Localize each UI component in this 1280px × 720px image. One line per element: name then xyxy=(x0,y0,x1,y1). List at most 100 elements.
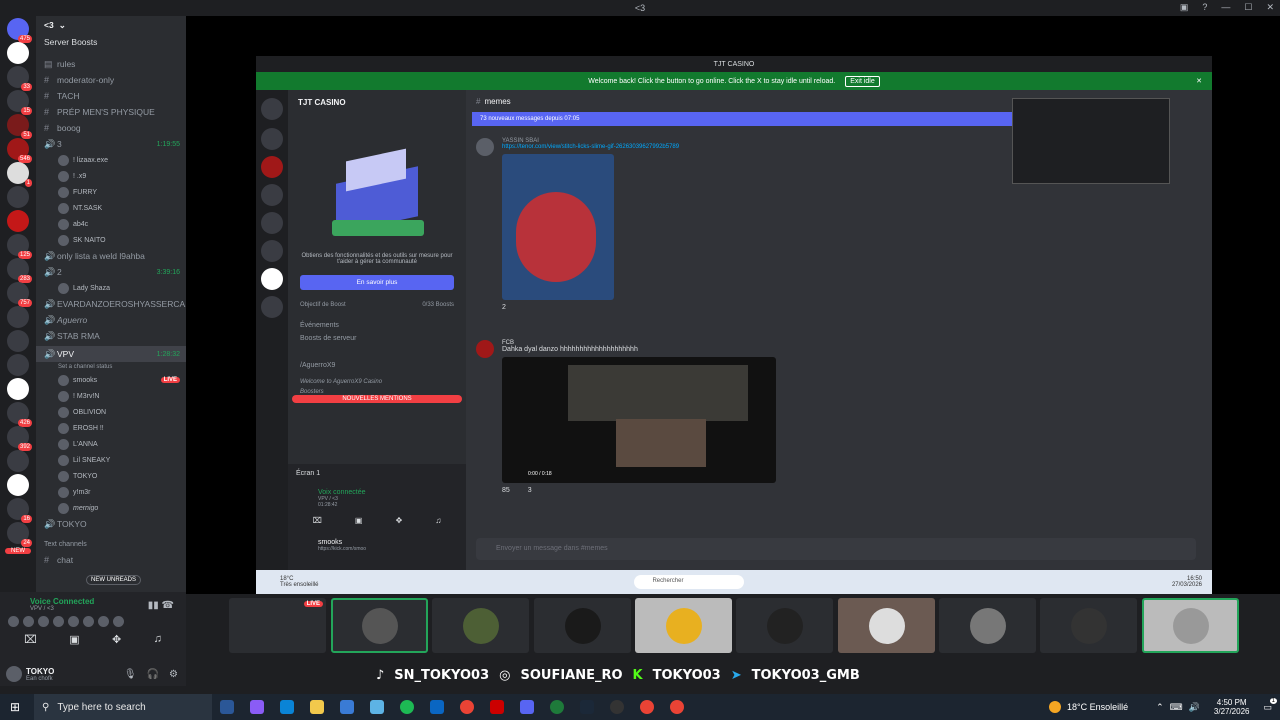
disconnect-icon[interactable]: ☎ xyxy=(162,600,174,611)
participant-tile[interactable] xyxy=(432,598,529,653)
voice-user[interactable]: NT.SASK xyxy=(36,200,186,216)
server-icon[interactable] xyxy=(7,378,29,400)
screenshare-icon[interactable]: ▣ xyxy=(355,516,363,525)
server-icon[interactable]: 125 xyxy=(7,234,32,259)
camera-off-icon[interactable]: ⌧ xyxy=(313,516,322,525)
voice-user[interactable]: FURRY xyxy=(36,184,186,200)
participant-tile[interactable] xyxy=(635,598,732,653)
participant-tile[interactable] xyxy=(1142,598,1239,653)
msg1-reaction[interactable]: 2 xyxy=(502,304,679,311)
msg2-reaction[interactable]: 3 xyxy=(528,487,532,494)
server-icon[interactable]: 51 xyxy=(7,114,32,139)
voice-user[interactable]: Lil SNEAKY xyxy=(36,452,186,468)
close-button[interactable]: ✕ xyxy=(1266,2,1274,13)
avatar[interactable] xyxy=(38,616,49,627)
server-icon[interactable]: 33 xyxy=(7,66,32,91)
server-icon[interactable]: 16 xyxy=(7,498,32,523)
windows-start-icon[interactable]: ⊞ xyxy=(10,700,20,714)
channel-moderator-only[interactable]: # moderator-only xyxy=(36,72,186,88)
chrome-icon[interactable] xyxy=(670,700,684,714)
chrome-icon[interactable] xyxy=(460,700,474,714)
voice-user[interactable]: TOKYO xyxy=(36,468,186,484)
server-icon[interactable]: 283 xyxy=(7,258,32,283)
server-header[interactable]: <3 ⌄ xyxy=(36,16,186,34)
welcome-category[interactable]: Welcome to AguerroX9 Casino xyxy=(288,369,466,385)
user-avatar[interactable] xyxy=(6,666,22,682)
mic-icon[interactable]: 🎙 xyxy=(124,669,137,680)
app-icon[interactable] xyxy=(490,700,504,714)
minimize-button[interactable]: — xyxy=(1221,2,1230,13)
category-text-channels[interactable]: Text channels xyxy=(36,536,186,552)
spotify-icon[interactable] xyxy=(400,700,414,714)
participant-tile[interactable] xyxy=(736,598,833,653)
copilot-icon[interactable] xyxy=(250,700,264,714)
inbox-icon[interactable]: ▣ xyxy=(1180,2,1189,13)
new-messages-bar[interactable]: 73 nouveaux messages depuis 07:05 xyxy=(472,112,1012,126)
exit-idle-button[interactable]: Exit idle xyxy=(845,75,880,87)
avatar[interactable] xyxy=(23,616,34,627)
server-icon[interactable]: 546 xyxy=(7,138,32,163)
server-boosts[interactable]: Server Boosts xyxy=(36,34,186,50)
headphones-icon[interactable]: 🎧 xyxy=(147,669,159,680)
soundboard-icon[interactable]: ♫ xyxy=(435,516,441,525)
server-icon[interactable]: 757 xyxy=(7,282,32,307)
voice-channel-3[interactable]: 🔊 3 1:19:55 xyxy=(36,136,186,152)
task-view-icon[interactable] xyxy=(220,700,234,714)
server-icon[interactable]: 426 xyxy=(7,402,32,427)
weather-sun-icon[interactable] xyxy=(1048,701,1061,713)
boosters-channel[interactable]: Boosters xyxy=(288,385,466,395)
participant-tile[interactable] xyxy=(534,598,631,653)
participant-tile[interactable] xyxy=(331,598,428,653)
boosts-item[interactable]: Boosts de serveur xyxy=(288,329,466,342)
server-icon[interactable] xyxy=(7,42,29,64)
voice-user[interactable]: OBLIVION xyxy=(36,404,186,420)
avatar[interactable] xyxy=(53,616,64,627)
server-icon[interactable] xyxy=(7,210,29,232)
taskbar-search[interactable]: ⚲ Type here to search xyxy=(34,694,212,720)
steam-icon[interactable] xyxy=(580,700,594,714)
help-icon[interactable]: ? xyxy=(1202,2,1207,13)
app-icon[interactable] xyxy=(550,700,564,714)
maximize-button[interactable]: ☐ xyxy=(1244,2,1252,13)
author-avatar[interactable] xyxy=(476,340,494,358)
app-icon[interactable] xyxy=(370,700,384,714)
file-explorer-icon[interactable] xyxy=(310,700,324,714)
voice-user[interactable]: ab4c xyxy=(36,216,186,232)
camera-off-icon[interactable]: ⌧ xyxy=(24,633,37,646)
volume-icon[interactable]: 🔊 xyxy=(1189,702,1200,713)
discord-icon[interactable] xyxy=(520,700,534,714)
new-mentions-pill[interactable]: NOUVELLES MENTIONS xyxy=(292,395,462,403)
signal-icon[interactable]: ▮▮ xyxy=(148,600,159,611)
voice-user[interactable]: L'ANNA xyxy=(36,436,186,452)
msg1-link[interactable]: https://tenor.com/view/stitch-licks-slim… xyxy=(502,144,679,150)
events-item[interactable]: Événements xyxy=(288,308,466,329)
server-icon[interactable]: 1 xyxy=(7,162,32,187)
server-icon[interactable]: 392 xyxy=(7,426,32,451)
channel-prep[interactable]: # PRÉP MEN'S PHYSIQUE xyxy=(36,104,186,120)
voice-user[interactable]: smooks LIVE xyxy=(36,372,186,388)
screenshare-icon[interactable]: ▣ xyxy=(69,633,79,646)
voice-user[interactable]: ! lizaax.exe xyxy=(36,152,186,168)
server-icon[interactable] xyxy=(7,450,29,472)
stream-search[interactable]: Rechercher xyxy=(634,575,745,589)
notification-icon[interactable]: ▭ 1 xyxy=(1263,697,1277,713)
taskbar-time[interactable]: 4:50 PM xyxy=(1214,698,1250,707)
settings-gear-icon[interactable]: ⚙ xyxy=(169,669,178,680)
avatar[interactable] xyxy=(83,616,94,627)
voice-channel-2[interactable]: 🔊 2 3:39:16 xyxy=(36,264,186,280)
avatar[interactable] xyxy=(8,616,19,627)
app-icon[interactable] xyxy=(610,700,624,714)
author-avatar[interactable] xyxy=(476,138,494,156)
mail-icon[interactable] xyxy=(430,700,444,714)
voice-user[interactable]: SK NAITO xyxy=(36,232,186,248)
voice-user[interactable]: EROSH !! xyxy=(36,420,186,436)
participant-tile[interactable] xyxy=(939,598,1036,653)
server-icon[interactable]: 15 xyxy=(7,90,32,115)
voice-channel-vpv[interactable]: 🔊 VPV 1:28:32 xyxy=(36,346,186,362)
home-icon[interactable]: 475 xyxy=(7,18,32,43)
activities-icon[interactable]: ✥ xyxy=(112,633,121,646)
store-icon[interactable] xyxy=(340,700,354,714)
chrome-icon[interactable] xyxy=(640,700,654,714)
channel-booog[interactable]: # booog xyxy=(36,120,186,136)
video-player[interactable]: 0:00 / 0:18 xyxy=(502,357,776,483)
